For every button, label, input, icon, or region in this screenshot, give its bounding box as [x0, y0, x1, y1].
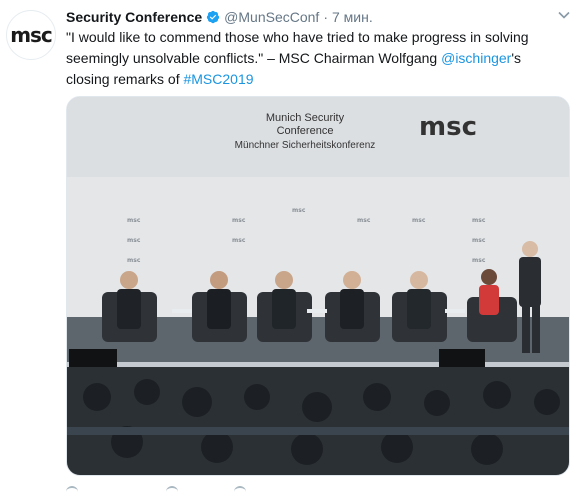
svg-text:msc: msc [232, 237, 246, 244]
timestamp[interactable]: 7 мин. [332, 9, 373, 25]
svg-text:msc: msc [472, 257, 486, 264]
banner-logo: msc [419, 112, 477, 142]
like-icon[interactable] [234, 486, 246, 494]
hashtag-link[interactable]: #MSC2019 [183, 71, 253, 87]
banner-line2: Conference [277, 125, 334, 137]
reply-icon[interactable] [66, 486, 78, 494]
svg-text:msc: msc [127, 217, 141, 224]
tweet-photo[interactable]: Munich Security Conference Münchner Sich… [66, 96, 570, 476]
tweet-actions [66, 486, 466, 496]
tweet-header: Security Conference @MunSecConf · 7 мин. [66, 8, 569, 26]
svg-text:msc: msc [472, 237, 486, 244]
svg-text:msc: msc [472, 217, 486, 224]
svg-text:msc: msc [127, 237, 141, 244]
svg-text:msc: msc [127, 257, 141, 264]
retweet-icon[interactable] [166, 486, 178, 494]
banner-line1: Munich Security [266, 112, 345, 124]
separator-dot: · [323, 9, 328, 25]
chevron-down-icon[interactable] [557, 8, 571, 22]
svg-text:msc: msc [292, 207, 306, 214]
svg-text:msc: msc [232, 217, 246, 224]
mention-link[interactable]: @ischinger [441, 50, 511, 66]
avatar[interactable]: msc [6, 10, 56, 60]
banner-line3: Münchner Sicherheitskonferenz [235, 140, 376, 151]
account-handle[interactable]: @MunSecConf [224, 9, 319, 25]
svg-text:msc: msc [357, 217, 371, 224]
tweet-text: "I would like to commend those who have … [66, 27, 566, 90]
verified-badge-icon [207, 10, 220, 24]
avatar-logo-text: msc [10, 23, 53, 47]
svg-text:msc: msc [412, 217, 426, 224]
conference-photo: Munich Security Conference Münchner Sich… [67, 97, 569, 475]
account-name[interactable]: Security Conference [66, 9, 202, 25]
